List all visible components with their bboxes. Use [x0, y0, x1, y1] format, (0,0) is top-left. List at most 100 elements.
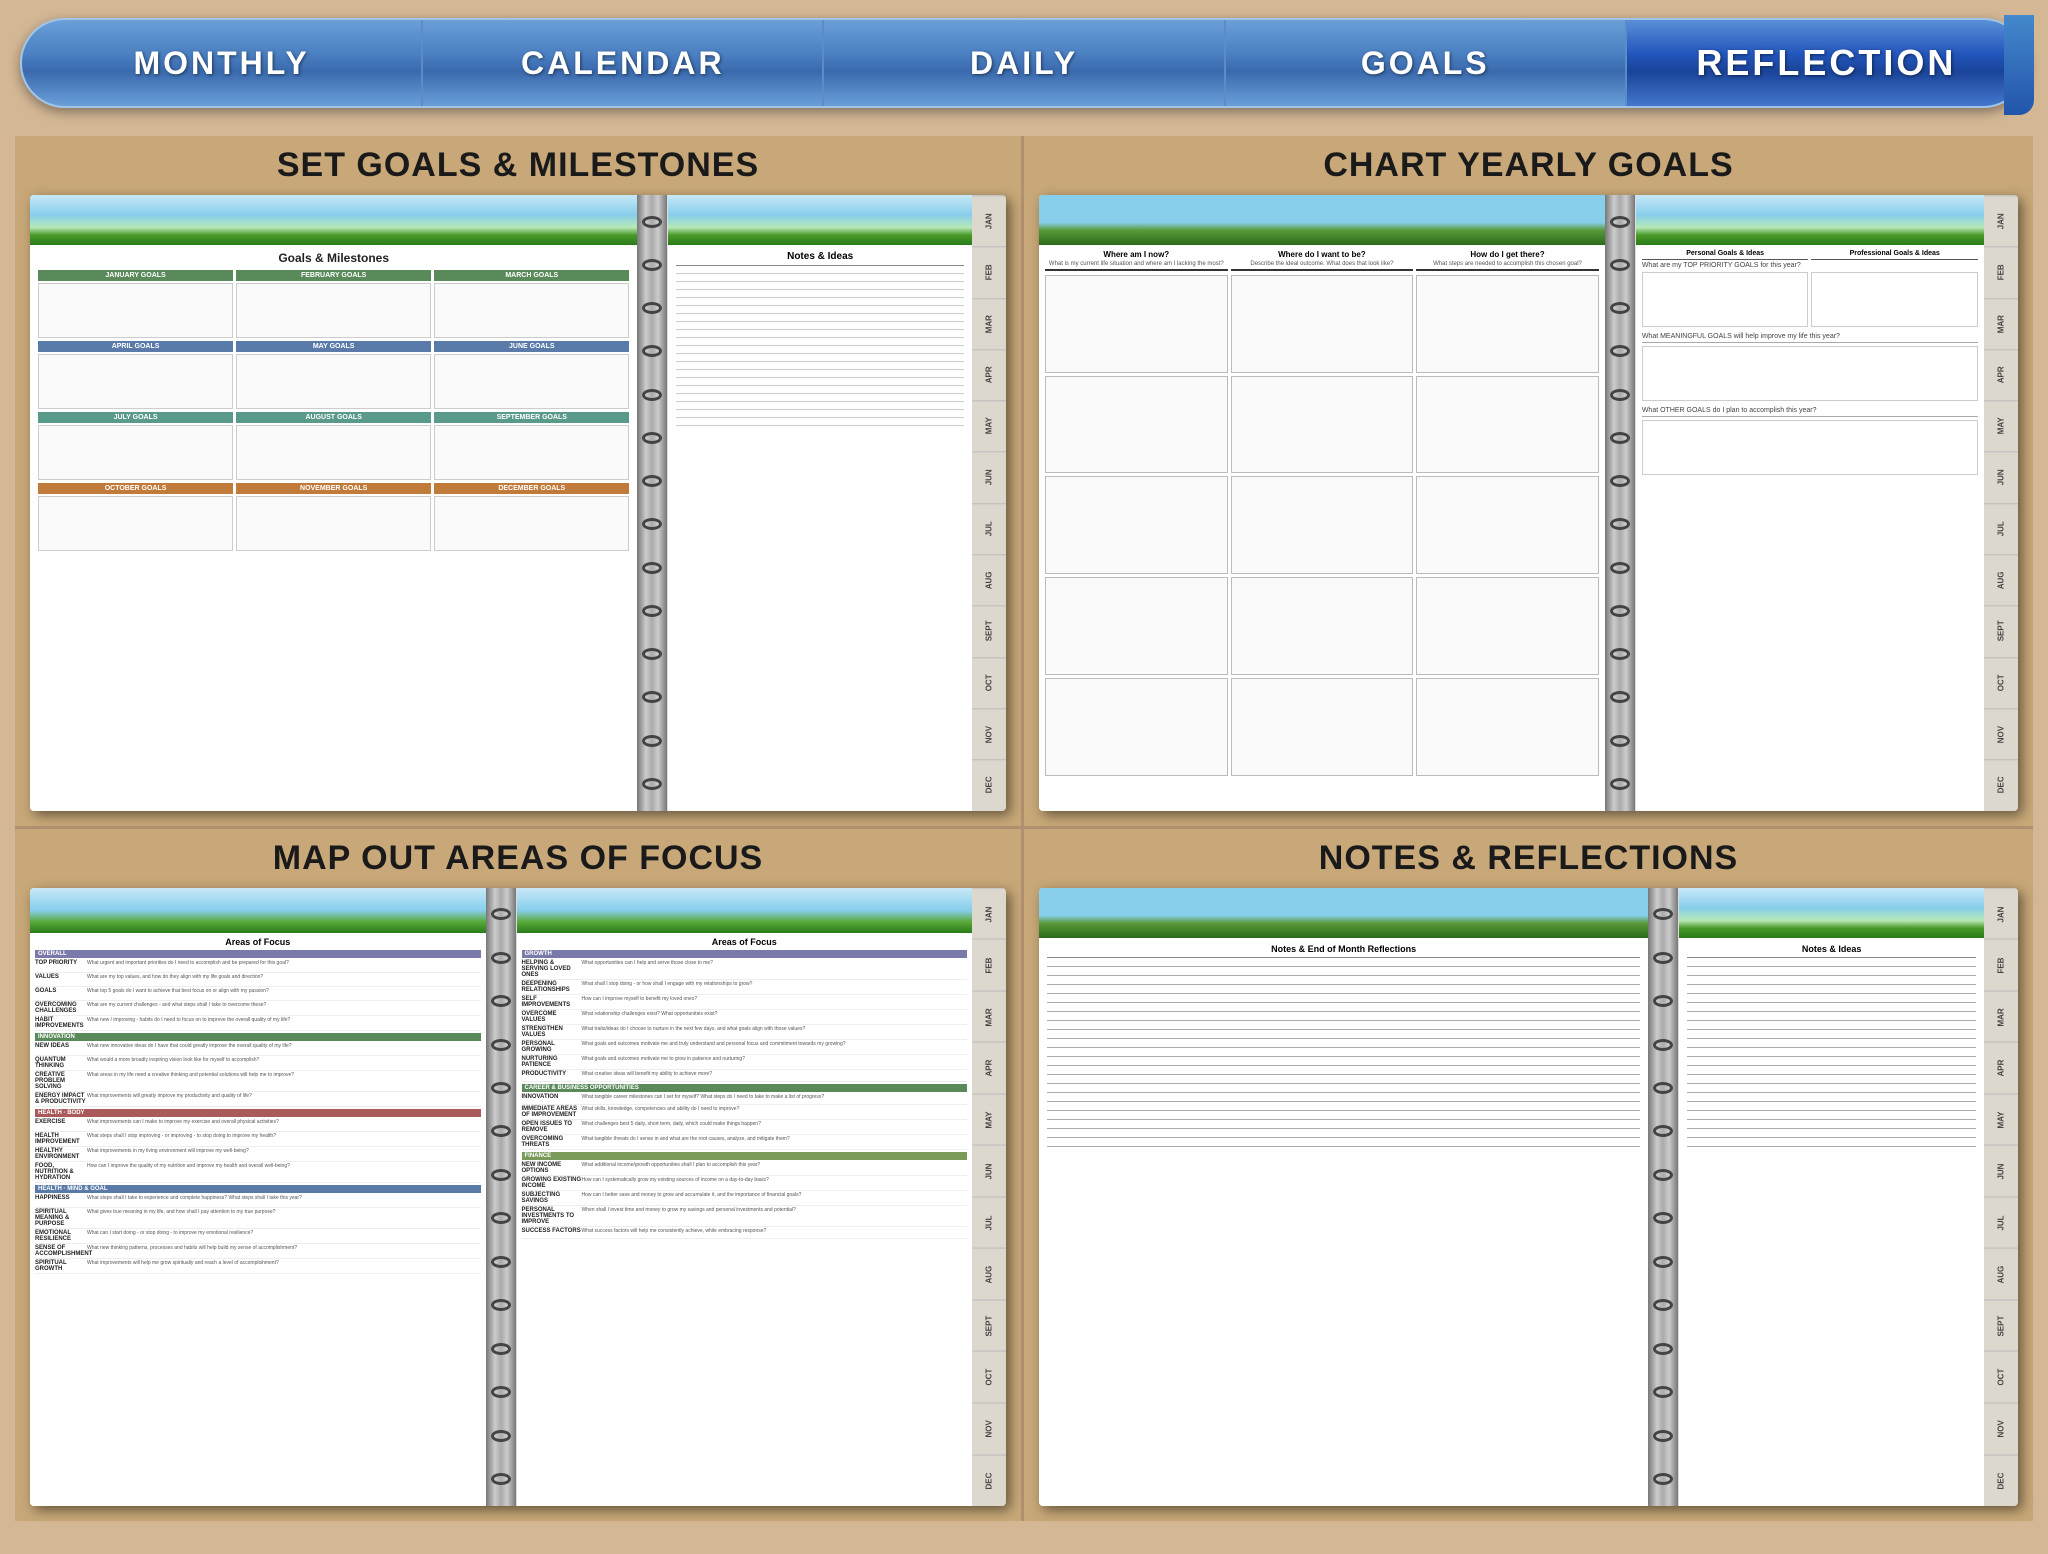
tab-mar-4[interactable]: MAR	[1984, 991, 2018, 1043]
tab-jan[interactable]: JAN	[972, 195, 1006, 246]
tab-apr-2[interactable]: APR	[1984, 349, 2018, 400]
line	[1687, 1074, 1976, 1075]
tab-aug-2[interactable]: AUG	[1984, 554, 2018, 605]
nav-calendar[interactable]: CALENDAR	[423, 20, 824, 106]
line	[1687, 1047, 1976, 1048]
tab-may-4[interactable]: MAY	[1984, 1094, 2018, 1146]
aof-label: PERSONAL GROWING	[522, 1041, 582, 1053]
aof-label: OVERCOME VALUES	[522, 1011, 582, 1023]
aof-row: SELF IMPROVEMENTS How can I improve myse…	[522, 995, 968, 1010]
tab-may-2[interactable]: MAY	[1984, 400, 2018, 451]
tab-dec-3[interactable]: DEC	[972, 1455, 1006, 1506]
aof-content: What challenges best 5 daily, short term…	[582, 1121, 968, 1133]
tab-feb-2[interactable]: FEB	[1984, 246, 2018, 297]
aof-row: IMMEDIATE AREAS OF IMPROVEMENT What skil…	[522, 1105, 968, 1120]
aof-content: What skills, knowledge, competencies and…	[582, 1106, 968, 1118]
nb-page-focus-left: Areas of Focus OVERALL TOP PRIORITY What…	[30, 888, 486, 1507]
meaningful-goals-cell	[1642, 346, 1978, 401]
tab-apr-4[interactable]: APR	[1984, 1042, 2018, 1094]
line	[1687, 1056, 1976, 1057]
tab-apr[interactable]: APR	[972, 349, 1006, 400]
nb-page-goals-left: Goals & Milestones JANUARY GOALS FEBRUAR…	[30, 195, 637, 811]
aof-label: OPEN ISSUES TO REMOVE	[522, 1121, 582, 1133]
ring	[642, 302, 662, 314]
ring	[1610, 648, 1630, 660]
nav-monthly[interactable]: MONTHLY	[22, 20, 423, 106]
tab-mar-2[interactable]: MAR	[1984, 298, 2018, 349]
tab-jan-2[interactable]: JAN	[1984, 195, 2018, 246]
tab-oct-2[interactable]: OCT	[1984, 657, 2018, 708]
tab-may-3[interactable]: MAY	[972, 1094, 1006, 1146]
ring	[491, 995, 511, 1007]
tab-oct[interactable]: OCT	[972, 657, 1006, 708]
tab-nov-3[interactable]: NOV	[972, 1403, 1006, 1455]
cell-sep	[434, 425, 629, 480]
tab-dec[interactable]: DEC	[972, 759, 1006, 810]
nav-daily[interactable]: DAILY	[824, 20, 1225, 106]
tab-nov-4[interactable]: NOV	[1984, 1403, 2018, 1455]
main-content: SET GOALS & MILESTONES Goals & Milestone…	[0, 126, 2048, 1536]
tab-jun-4[interactable]: JUN	[1984, 1145, 2018, 1197]
tab-dec-4[interactable]: DEC	[1984, 1455, 2018, 1506]
tab-jul-3[interactable]: JUL	[972, 1197, 1006, 1249]
aof-label: SUBJECTING SAVINGS	[522, 1192, 582, 1204]
tab-mar-3[interactable]: MAR	[972, 991, 1006, 1043]
ring	[642, 605, 662, 617]
nb-page-notes-left: Notes & End of Month Reflections	[1039, 888, 1648, 1507]
tab-apr-3[interactable]: APR	[972, 1042, 1006, 1094]
cg-cell	[1045, 476, 1228, 574]
aof-row: NEW INCOME OPTIONS What additional incom…	[522, 1161, 968, 1176]
aof-content: What goals and outcomes motivate me to g…	[582, 1056, 968, 1068]
line	[1687, 984, 1976, 985]
line	[1687, 1065, 1976, 1066]
nav-goals[interactable]: GOALS	[1226, 20, 1627, 106]
aof-label: HAPPINESS	[35, 1195, 87, 1206]
aof-content: What shall I stop doing - or how shall I…	[582, 981, 968, 993]
tab-jul[interactable]: JUL	[972, 503, 1006, 554]
tab-jul-4[interactable]: JUL	[1984, 1197, 2018, 1249]
tab-sept[interactable]: SEPT	[972, 605, 1006, 656]
panel-title-notes: NOTES & REFLECTIONS	[1319, 839, 1738, 878]
line	[676, 321, 964, 322]
tab-jul-2[interactable]: JUL	[1984, 503, 2018, 554]
nav-reflection[interactable]: REFLECTION	[1627, 20, 2026, 106]
cell-aug	[236, 425, 431, 480]
line	[1687, 1137, 1976, 1138]
tab-oct-3[interactable]: OCT	[972, 1351, 1006, 1403]
cover-chart-left	[1039, 195, 1605, 245]
tab-sept-2[interactable]: SEPT	[1984, 605, 2018, 656]
aof-content: What can I start doing - or stop doing -…	[87, 1230, 481, 1242]
tab-jan-3[interactable]: JAN	[972, 888, 1006, 940]
personal-goals-header: Personal Goals & Ideas	[1642, 250, 1809, 260]
tab-mar[interactable]: MAR	[972, 298, 1006, 349]
tab-feb-4[interactable]: FEB	[1984, 939, 2018, 991]
tab-aug[interactable]: AUG	[972, 554, 1006, 605]
tab-sept-3[interactable]: SEPT	[972, 1300, 1006, 1352]
aof-content: What steps shall I stop improving - or i…	[87, 1133, 481, 1145]
line	[1687, 966, 1976, 967]
tab-jun[interactable]: JUN	[972, 451, 1006, 502]
tab-aug-3[interactable]: AUG	[972, 1248, 1006, 1300]
ring	[1653, 1386, 1673, 1398]
ring	[491, 1212, 511, 1224]
tab-jun-3[interactable]: JUN	[972, 1145, 1006, 1197]
tab-nov-2[interactable]: NOV	[1984, 708, 2018, 759]
panel-set-goals: SET GOALS & MILESTONES Goals & Milestone…	[15, 136, 1024, 829]
tab-jun-2[interactable]: JUN	[1984, 451, 2018, 502]
tab-feb[interactable]: FEB	[972, 246, 1006, 297]
tab-oct-4[interactable]: OCT	[1984, 1351, 2018, 1403]
tab-dec-2[interactable]: DEC	[1984, 759, 2018, 810]
section-career: CAREER & BUSINESS OPPORTUNITIES	[522, 1084, 968, 1092]
cover-notes-right	[1679, 888, 1984, 938]
tab-jan-4[interactable]: JAN	[1984, 888, 2018, 940]
line	[676, 425, 964, 426]
aof-label: DEEPENING RELATIONSHIPS	[522, 981, 582, 993]
tab-may[interactable]: MAY	[972, 400, 1006, 451]
tab-feb-3[interactable]: FEB	[972, 939, 1006, 991]
tab-aug-4[interactable]: AUG	[1984, 1248, 2018, 1300]
line	[676, 409, 964, 410]
panel-notes-reflections: NOTES & REFLECTIONS Notes & End of Month…	[1024, 829, 2033, 1522]
tab-sept-4[interactable]: SEPT	[1984, 1300, 2018, 1352]
ring	[1610, 691, 1630, 703]
tab-nov[interactable]: NOV	[972, 708, 1006, 759]
